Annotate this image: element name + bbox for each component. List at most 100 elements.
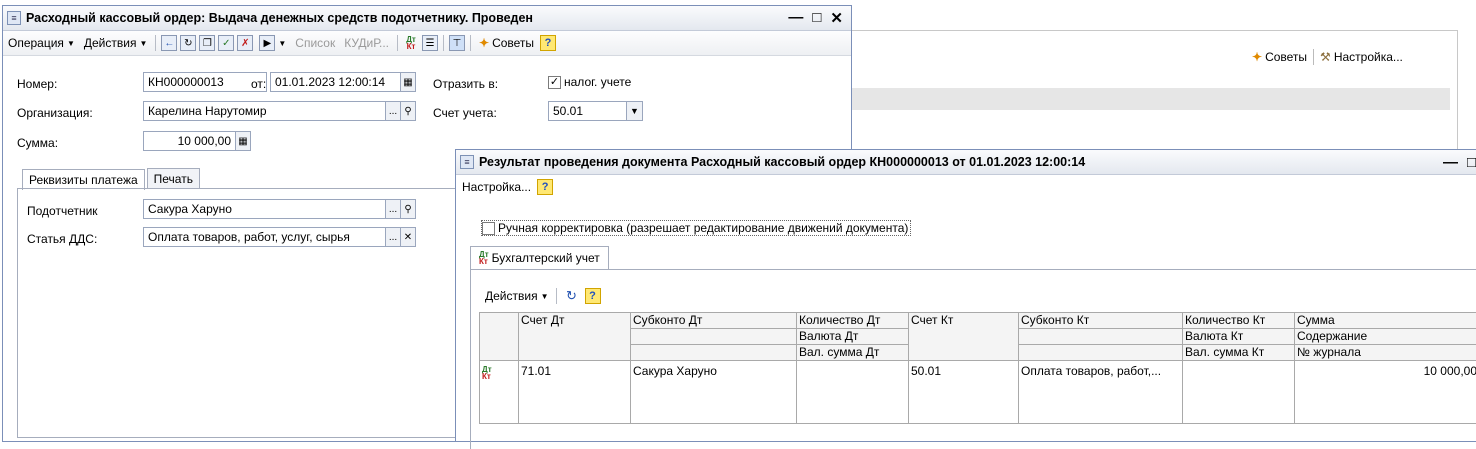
toolbar-separator (397, 35, 398, 51)
select-button[interactable]: ... (385, 227, 401, 247)
credit-subconto-cell[interactable]: Оплата товаров, работ,... (1019, 361, 1183, 424)
manual-correction-label: Ручная корректировка (разрешает редактир… (498, 221, 908, 235)
grid-toolbar: Действия▼ ↻ ? (485, 288, 601, 304)
dds-field[interactable]: Оплата товаров, работ, услуг, сырья (143, 227, 386, 247)
structure-icon[interactable]: ⊤ (449, 35, 465, 51)
toolbar-separator (556, 288, 557, 304)
content-header[interactable]: Содержание (1295, 329, 1476, 345)
tab-payment-details[interactable]: Реквизиты платежа (22, 169, 145, 190)
minimize-button[interactable]: — (788, 9, 803, 27)
select-button[interactable]: ... (385, 199, 401, 219)
organization-label: Организация: (17, 106, 93, 120)
tab-print[interactable]: Печать (147, 168, 200, 189)
clear-icon[interactable]: ✕ (400, 227, 416, 247)
tab-accounting-label: Бухгалтерский учет (492, 251, 600, 265)
background-toolbar: ✦ Советы ⚒ Настройка... (1252, 49, 1403, 65)
result-title-bar: ≡ Результат проведения документа Расходн… (456, 150, 1476, 175)
background-bar (820, 88, 1450, 110)
table-row[interactable]: ДтКт 71.01 Сакура Харуно 50.01 Оплата то… (480, 361, 1476, 424)
help-icon[interactable]: ? (540, 35, 556, 51)
actions-menu[interactable]: Действия▼ (81, 33, 151, 53)
credit-account-header[interactable]: Счет Кт (909, 313, 1019, 361)
open-search-icon[interactable]: ⚲ (400, 199, 416, 219)
debit-subconto-2-header (631, 329, 797, 345)
tips-toolbar-button[interactable]: ✦Советы (476, 33, 537, 53)
credit-qty-header[interactable]: Количество Кт (1183, 313, 1295, 329)
order-title-bar: ≡ Расходный кассовый ордер: Выдача денеж… (3, 6, 851, 31)
sum-label: Сумма: (17, 136, 58, 150)
calculator-icon[interactable]: ▦ (235, 131, 251, 151)
copy-icon[interactable]: ❐ (199, 35, 215, 51)
debit-qty-header[interactable]: Количество Дт (797, 313, 909, 329)
post-icon[interactable]: ✓ (218, 35, 234, 51)
account-label: Счет учета: (433, 106, 497, 120)
toolbar-separator (443, 35, 444, 51)
back-icon[interactable]: ← (161, 35, 177, 51)
operation-menu[interactable]: Операция▼ (5, 33, 78, 53)
debit-subconto-3-header (631, 345, 797, 361)
credit-cur-sum-header[interactable]: Вал. сумма Кт (1183, 345, 1295, 361)
organization-field[interactable]: Карелина Нарутомир (143, 101, 386, 121)
row-dt-kt-icon: ДтКт (480, 361, 519, 424)
based-on-menu[interactable]: ▶▼ (256, 33, 289, 53)
sum-field[interactable]: 10 000,00 (143, 131, 236, 151)
close-button[interactable]: ✕ (830, 9, 843, 27)
sum-header[interactable]: Сумма (1295, 313, 1476, 329)
sum-cell[interactable]: 10 000,00 (1295, 361, 1476, 424)
debit-qty-cell[interactable] (797, 361, 909, 424)
credit-subconto-2-header (1019, 329, 1183, 345)
list-button[interactable]: Список (292, 33, 338, 53)
credit-qty-cell[interactable] (1183, 361, 1295, 424)
debit-cur-sum-header[interactable]: Вал. сумма Дт (797, 345, 909, 361)
manual-correction-checkbox[interactable]: Ручная корректировка (разрешает редактир… (481, 220, 911, 236)
help-icon[interactable]: ? (537, 179, 553, 195)
result-window-title: Результат проведения документа Расходный… (479, 155, 1085, 169)
tax-accounting-checkbox[interactable]: ✓ налог. учете (548, 75, 631, 89)
toolbar-separator (470, 35, 471, 51)
minimize-button[interactable]: — (1443, 154, 1458, 171)
tips-icon: ✦ (1252, 50, 1262, 64)
dropdown-arrow-icon[interactable]: ▼ (626, 101, 643, 121)
debit-account-header[interactable]: Счет Дт (519, 313, 631, 361)
date-field[interactable]: 01.01.2023 12:00:14 (270, 72, 401, 92)
employee-field[interactable]: Сакура Харуно (143, 199, 386, 219)
help-icon[interactable]: ? (585, 288, 601, 304)
maximize-button[interactable]: □ (812, 9, 821, 27)
tips-button[interactable]: ✦ Советы (1252, 50, 1307, 64)
order-toolbar: Операция▼ Действия▼ ← ↻ ❐ ✓ ✗ ▶▼ Список … (3, 31, 851, 56)
debit-subconto-header[interactable]: Субконто Дт (631, 313, 797, 329)
toolbar-separator (155, 35, 156, 51)
open-search-icon[interactable]: ⚲ (400, 101, 416, 121)
checkbox-checked-icon: ✓ (548, 76, 561, 89)
dt-kt-icon[interactable]: ДтКт (403, 35, 419, 51)
credit-currency-header[interactable]: Валюта Кт (1183, 329, 1295, 345)
account-field[interactable]: 50.01 (548, 101, 627, 121)
kudir-button[interactable]: КУДиР... (341, 33, 392, 53)
result-tabs: ДтКт Бухгалтерский учет (470, 245, 611, 268)
debit-account-cell[interactable]: 71.01 (519, 361, 631, 424)
toolbar-separator (1313, 49, 1314, 65)
journal-header[interactable]: № журнала (1295, 345, 1476, 361)
postings-table: Счет Дт Субконто Дт Количество Дт Счет К… (479, 312, 1476, 424)
grid-actions-menu[interactable]: Действия▼ (485, 289, 549, 303)
debit-subconto-cell[interactable]: Сакура Харуно (631, 361, 797, 424)
table-header-row: Счет Дт Субконто Дт Количество Дт Счет К… (480, 313, 1476, 329)
number-field[interactable]: КН000000013 (143, 72, 267, 92)
settings-button[interactable]: ⚒ Настройка... (1320, 50, 1403, 64)
dt-kt-icon: ДтКт (479, 251, 489, 265)
refresh-icon[interactable]: ↻ (564, 288, 580, 304)
refresh-icon[interactable]: ↻ (180, 35, 196, 51)
tips-icon: ✦ (479, 36, 489, 50)
result-settings-button[interactable]: Настройка... (462, 177, 531, 197)
credit-subconto-header[interactable]: Субконто Кт (1019, 313, 1183, 329)
debit-currency-header[interactable]: Валюта Дт (797, 329, 909, 345)
calendar-icon[interactable]: ▦ (400, 72, 416, 92)
report-icon[interactable]: ☰ (422, 35, 438, 51)
unpost-icon[interactable]: ✗ (237, 35, 253, 51)
credit-account-cell[interactable]: 50.01 (909, 361, 1019, 424)
select-button[interactable]: ... (385, 101, 401, 121)
maximize-button[interactable]: □ (1467, 154, 1476, 171)
based-on-icon: ▶ (259, 35, 275, 51)
tab-accounting[interactable]: ДтКт Бухгалтерский учет (470, 246, 609, 269)
order-window-title: Расходный кассовый ордер: Выдача денежны… (26, 11, 533, 25)
